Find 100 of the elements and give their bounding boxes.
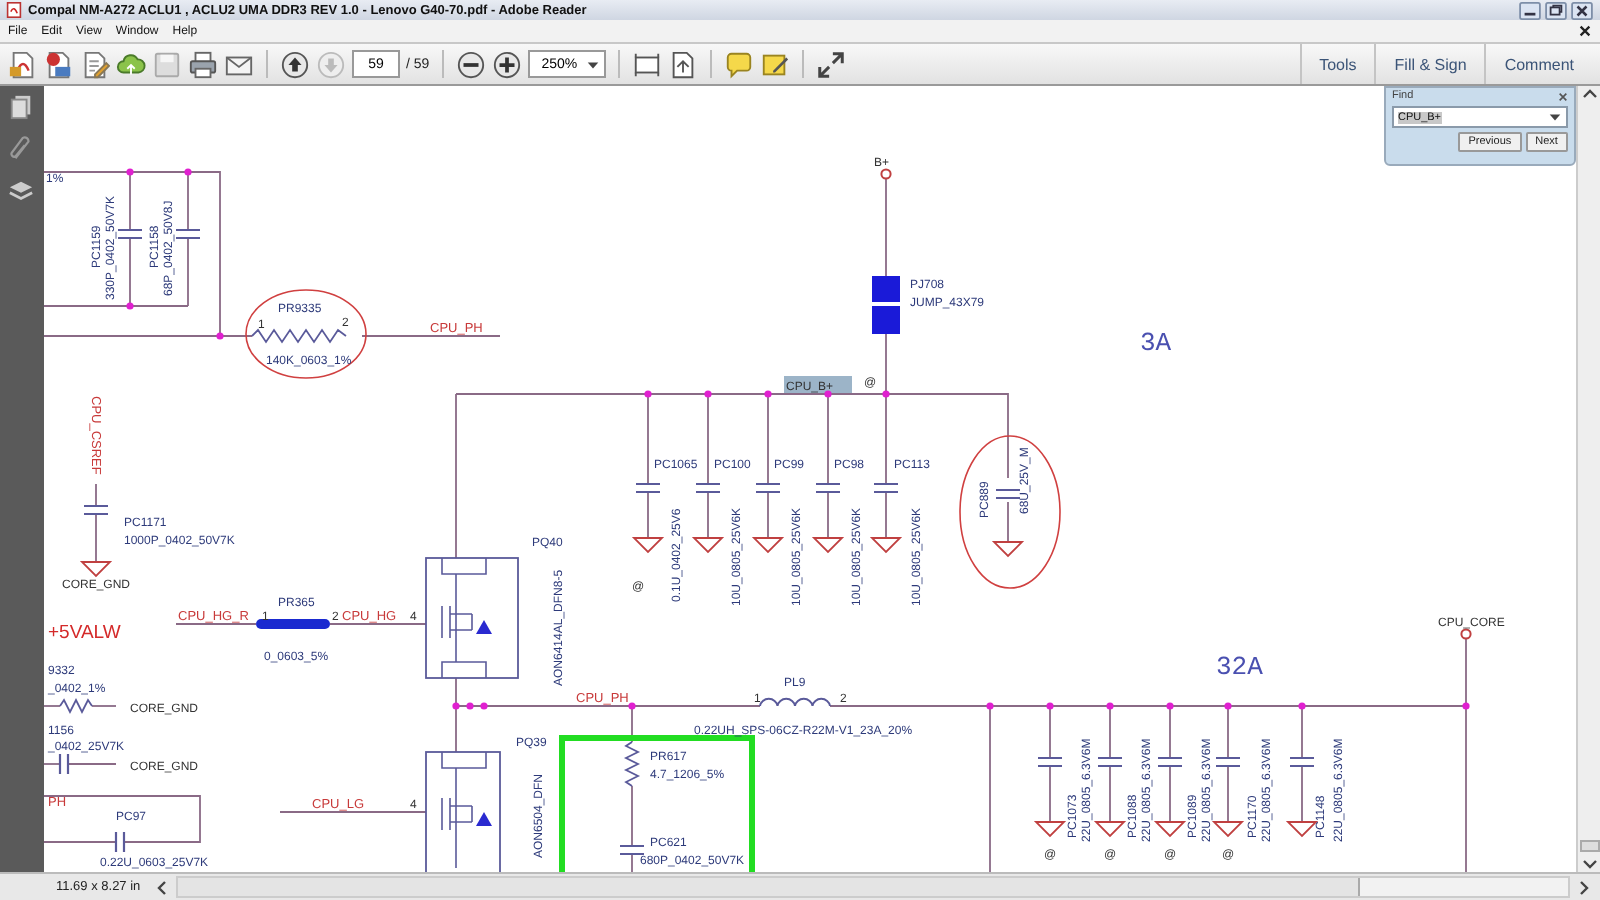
ground-symbol — [991, 541, 1025, 558]
close-icon[interactable] — [1578, 24, 1592, 38]
wire — [43, 705, 61, 707]
resistor-symbol — [59, 698, 93, 714]
inductor-symbol — [758, 697, 831, 707]
junction-dot — [1462, 702, 1470, 710]
capacitor-symbol — [1156, 756, 1184, 768]
page-view-icon[interactable] — [667, 49, 698, 79]
current-label: 32A — [1215, 652, 1263, 682]
ground-symbol — [1033, 821, 1067, 838]
wire — [175, 623, 257, 625]
capacitor-symbol — [116, 228, 144, 240]
junction-dot — [126, 168, 134, 176]
ground-symbol — [631, 537, 665, 554]
capacitor-symbol — [58, 752, 70, 776]
sign-icon[interactable] — [759, 49, 790, 79]
junction-dot — [824, 390, 832, 398]
junction-dot — [1224, 702, 1232, 710]
caret-icon — [585, 57, 600, 71]
document-icon[interactable] — [8, 49, 38, 79]
junction-dot — [184, 168, 192, 176]
document-icon[interactable] — [44, 49, 74, 79]
wire — [631, 853, 633, 872]
capacitor-symbol — [814, 482, 842, 494]
comment-icon[interactable] — [723, 49, 754, 79]
wire — [885, 177, 887, 277]
junction-dot — [986, 702, 994, 710]
capacitor-symbol — [174, 228, 202, 240]
wire — [95, 513, 97, 563]
junction-dot — [1298, 702, 1306, 710]
junction-dot — [644, 390, 652, 398]
junction-dot — [764, 390, 772, 398]
wire — [67, 763, 117, 765]
wire — [827, 491, 829, 539]
scroll-thumb[interactable] — [1579, 840, 1599, 852]
wire — [329, 623, 427, 625]
minimize-button[interactable] — [1518, 1, 1542, 19]
junction-dot — [882, 390, 890, 398]
junction-dot — [480, 702, 488, 710]
capacitor-symbol — [994, 488, 1022, 500]
caret-icon — [1547, 110, 1562, 124]
current-label: 3A — [1139, 328, 1172, 358]
highlight-ellipse — [245, 289, 367, 379]
capacitor-symbol — [1288, 756, 1316, 768]
ground-symbol — [1153, 821, 1187, 838]
capacitor-symbol — [618, 844, 646, 856]
junction-dot — [628, 702, 636, 710]
fit-page-icon[interactable] — [631, 49, 662, 79]
capacitor-symbol — [872, 482, 900, 494]
capacitor-symbol — [114, 830, 126, 854]
paperclip-icon[interactable] — [8, 136, 35, 162]
layers-icon[interactable] — [8, 178, 35, 204]
wire — [647, 491, 649, 539]
mosfet-symbol — [425, 557, 519, 679]
print-icon[interactable] — [188, 49, 218, 79]
pages-icon[interactable] — [8, 94, 35, 120]
panel-tab[interactable]: Fill & Sign — [1374, 44, 1485, 84]
capacitor-symbol — [634, 482, 662, 494]
wire — [361, 335, 501, 337]
ground-symbol — [691, 537, 725, 554]
ground-symbol — [1093, 821, 1127, 838]
capacitor-symbol — [1214, 756, 1242, 768]
panel-tab[interactable]: Tools — [1299, 44, 1375, 84]
resistor-symbol — [251, 328, 347, 344]
restore-button[interactable] — [1544, 1, 1568, 19]
close-button[interactable] — [1570, 1, 1594, 19]
zoom-in-icon[interactable] — [491, 49, 522, 79]
document-icon — [6, 2, 22, 18]
panel-tab[interactable]: Comment — [1484, 44, 1592, 84]
vertical-scrollbar[interactable] — [1576, 86, 1600, 872]
junction-dot — [1106, 702, 1114, 710]
terminal-icon — [1460, 628, 1472, 640]
ground-symbol — [1285, 821, 1319, 838]
junction-dot — [704, 390, 712, 398]
search-highlight — [783, 376, 852, 394]
horizontal-scrollbar[interactable] — [176, 876, 1570, 898]
expand-icon[interactable] — [815, 49, 846, 79]
wire — [1007, 501, 1009, 543]
cloud-icon[interactable] — [116, 49, 146, 79]
ground-symbol — [1211, 821, 1245, 838]
capacitor-symbol — [754, 482, 782, 494]
capacitor-symbol — [1096, 756, 1124, 768]
terminal-icon — [880, 168, 892, 180]
junction-dot — [1046, 702, 1054, 710]
ground-symbol — [811, 537, 845, 554]
scroll-thumb[interactable] — [178, 878, 1361, 896]
junction-dot — [466, 702, 474, 710]
capacitor-symbol — [1036, 756, 1064, 768]
mosfet-symbol — [425, 751, 501, 872]
ground-symbol — [751, 537, 785, 554]
ground-symbol — [869, 537, 903, 554]
wire — [885, 491, 887, 539]
junction-dot — [126, 302, 134, 310]
zoom-out-icon[interactable] — [455, 49, 486, 79]
wire — [631, 785, 633, 847]
ground-symbol — [79, 561, 113, 578]
resistor-symbol — [255, 619, 330, 629]
junction-dot — [1166, 702, 1174, 710]
resistor-symbol — [623, 741, 640, 787]
edit-document-icon[interactable] — [80, 49, 110, 79]
